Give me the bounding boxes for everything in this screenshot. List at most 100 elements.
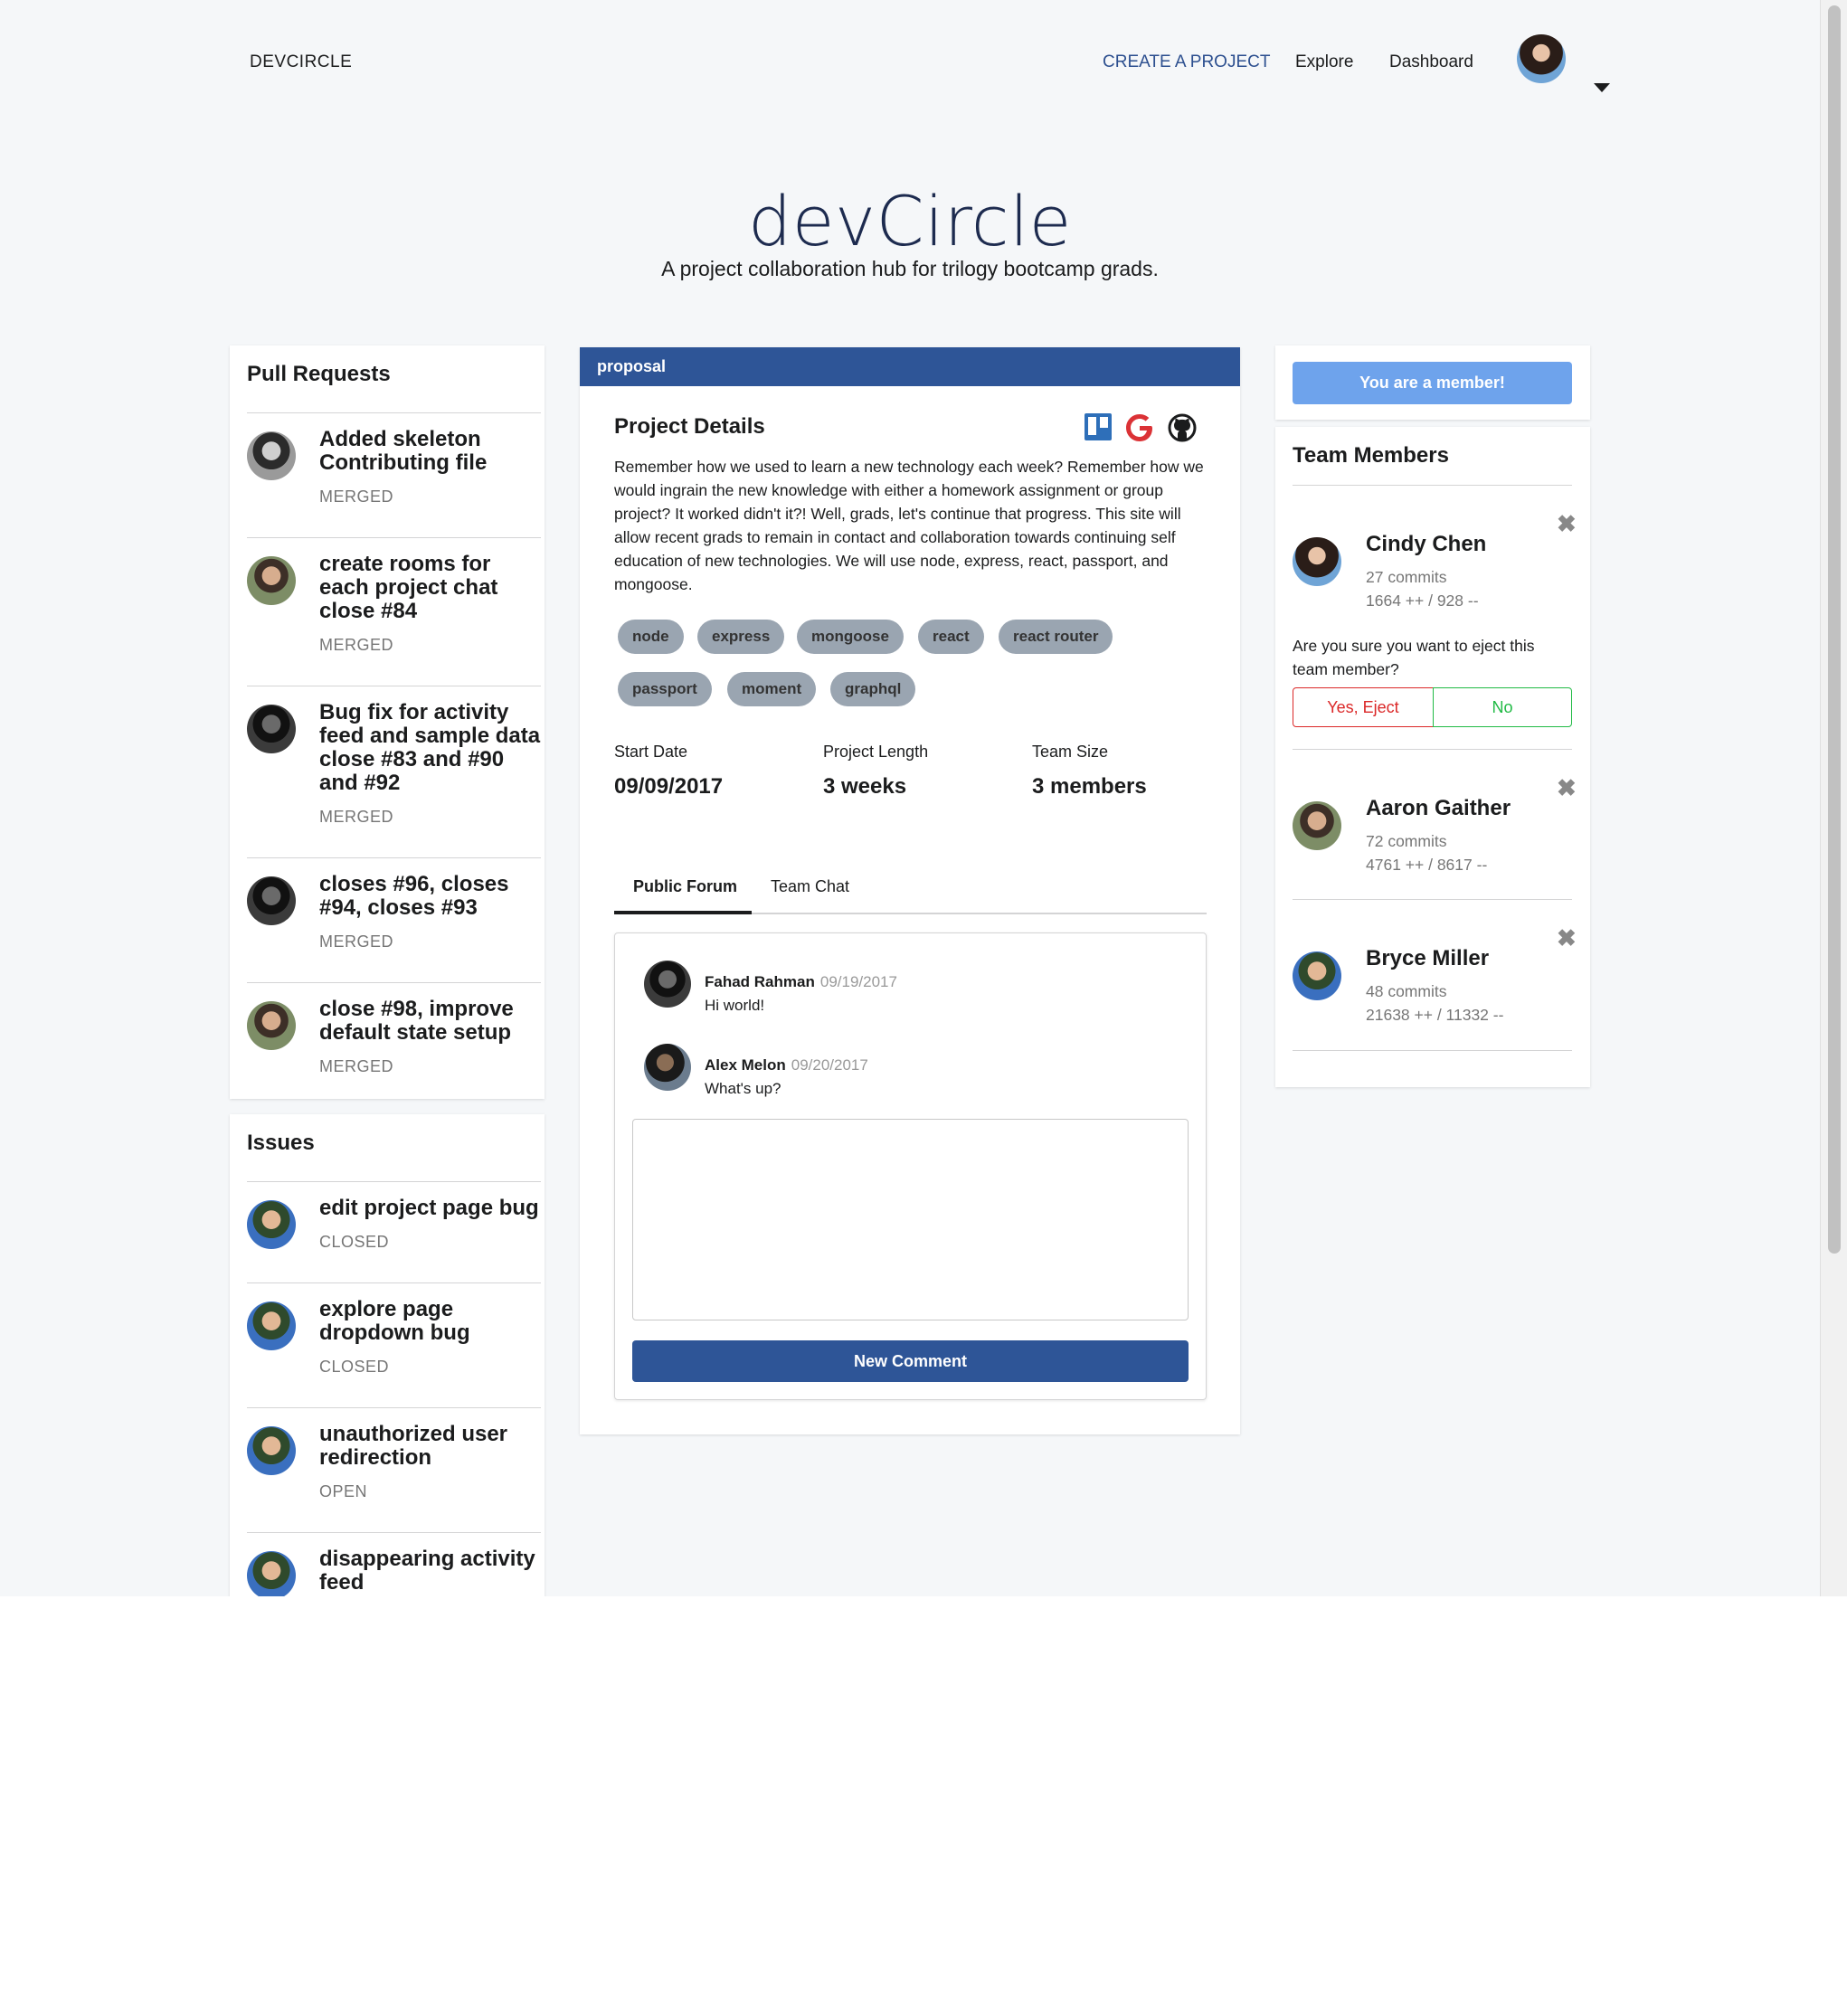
issue-item[interactable]: disappearing activity feed	[247, 1532, 541, 1596]
pull-request-title[interactable]: Bug fix for activity feed and sample dat…	[319, 701, 545, 795]
project-status-bar: proposal	[580, 347, 1240, 386]
avatar	[1293, 801, 1341, 850]
nav-dashboard-link[interactable]: Dashboard	[1389, 52, 1473, 72]
start-date-value: 09/09/2017	[614, 774, 724, 799]
google-icon[interactable]	[1124, 412, 1155, 443]
tab-team-chat[interactable]: Team Chat	[771, 877, 849, 896]
avatar	[247, 1426, 296, 1475]
comment-textarea[interactable]	[632, 1119, 1189, 1320]
hero-title: devCircle	[748, 181, 1072, 261]
pull-request-status: MERGED	[319, 487, 394, 506]
avatar	[644, 1044, 691, 1091]
comment-author[interactable]: Fahad Rahman	[705, 973, 815, 990]
tag-react-router[interactable]: react router	[999, 620, 1113, 654]
team-size-value: 3 members	[1032, 774, 1147, 799]
issue-status: CLOSED	[319, 1358, 390, 1376]
issue-status: OPEN	[319, 1482, 368, 1500]
avatar	[1293, 537, 1341, 586]
comment-author[interactable]: Alex Melon	[705, 1056, 786, 1074]
pull-request-status: MERGED	[319, 1057, 394, 1075]
issue-item[interactable]: explore page dropdown bug CLOSED	[247, 1282, 541, 1407]
tag-node[interactable]: node	[618, 620, 684, 654]
confirm-eject-button[interactable]: Yes, Eject	[1293, 687, 1434, 727]
pull-request-title[interactable]: close #98, improve default state setup	[319, 998, 545, 1045]
tag-graphql[interactable]: graphql	[830, 672, 916, 706]
pull-request-title[interactable]: Added skeleton Contributing file	[319, 428, 545, 475]
project-length-label: Project Length	[823, 743, 929, 761]
remove-member-icon[interactable]: ✖	[1557, 924, 1577, 952]
github-icon[interactable]	[1167, 412, 1198, 443]
member-lines: 1664 ++ / 928 --	[1366, 592, 1479, 610]
nav-explore-link[interactable]: Explore	[1295, 52, 1353, 72]
issue-item[interactable]: unauthorized user redirection OPEN	[247, 1407, 541, 1532]
trello-icon[interactable]	[1084, 412, 1113, 441]
new-comment-button[interactable]: New Comment	[632, 1340, 1189, 1382]
member-commits: 72 commits	[1366, 832, 1447, 850]
pull-request-item[interactable]: Bug fix for activity feed and sample dat…	[247, 686, 541, 857]
team-member-item: Bryce Miller 48 commits 21638 ++ / 11332…	[1293, 899, 1577, 1051]
avatar	[247, 1551, 296, 1596]
pull-request-status: MERGED	[319, 808, 394, 826]
team-member-item: Cindy Chen 27 commits 1664 ++ / 928 -- ✖…	[1293, 485, 1577, 749]
project-card: proposal Project Details Remember how we…	[580, 347, 1240, 1434]
tag-react[interactable]: react	[918, 620, 984, 654]
member-name[interactable]: Aaron Gaither	[1366, 796, 1511, 821]
member-name[interactable]: Bryce Miller	[1366, 946, 1489, 971]
team-member-item: Aaron Gaither 72 commits 4761 ++ / 8617 …	[1293, 749, 1577, 899]
project-length-value: 3 weeks	[823, 774, 907, 799]
team-members-heading: Team Members	[1293, 443, 1449, 468]
member-commits: 27 commits	[1366, 568, 1447, 586]
pull-request-item[interactable]: Added skeleton Contributing file MERGED	[247, 412, 541, 537]
tab-public-forum[interactable]: Public Forum	[633, 877, 737, 896]
avatar	[247, 1001, 296, 1050]
avatar	[247, 1301, 296, 1350]
issues-heading: Issues	[247, 1131, 315, 1155]
issue-title[interactable]: edit project page bug	[319, 1197, 545, 1220]
member-name[interactable]: Cindy Chen	[1366, 532, 1486, 557]
comment-text: Hi world!	[705, 997, 765, 1014]
member-lines: 21638 ++ / 11332 --	[1366, 1006, 1504, 1024]
issue-title[interactable]: explore page dropdown bug	[319, 1298, 545, 1345]
nav-create-project-link[interactable]: CREATE A PROJECT	[1103, 52, 1270, 72]
remove-member-icon[interactable]: ✖	[1557, 510, 1577, 538]
project-description: Remember how we used to learn a new tech…	[614, 458, 1204, 593]
issue-title[interactable]: unauthorized user redirection	[319, 1423, 545, 1470]
membership-card: You are a member!	[1275, 345, 1590, 420]
tag-express[interactable]: express	[697, 620, 785, 654]
scrollbar-thumb[interactable]	[1828, 5, 1841, 1254]
cancel-eject-button[interactable]: No	[1433, 687, 1572, 727]
avatar	[247, 705, 296, 753]
project-details-title: Project Details	[614, 414, 765, 439]
team-members-card: Team Members Cindy Chen 27 commits 1664 …	[1275, 427, 1590, 1087]
page-scrollbar[interactable]	[1820, 0, 1847, 1596]
user-avatar[interactable]	[1517, 34, 1566, 83]
pull-request-title[interactable]: create rooms for each project chat close…	[319, 553, 545, 623]
avatar	[247, 556, 296, 605]
team-size-label: Team Size	[1032, 743, 1109, 761]
active-tab-indicator	[614, 911, 752, 914]
pull-request-item[interactable]: close #98, improve default state setup M…	[247, 982, 541, 1091]
you-are-a-member-button[interactable]: You are a member!	[1293, 362, 1572, 404]
tag-passport[interactable]: passport	[618, 672, 712, 706]
tag-moment[interactable]: moment	[727, 672, 817, 706]
avatar	[247, 1200, 296, 1249]
hero-subtitle: A project collaboration hub for trilogy …	[661, 257, 1159, 280]
issues-card: Issues edit project page bug CLOSED expl…	[230, 1114, 545, 1596]
pull-request-title[interactable]: closes #96, closes #94, closes #93	[319, 873, 545, 920]
avatar	[1293, 951, 1341, 1000]
avatar	[644, 961, 691, 1008]
comment-date: 09/20/2017	[791, 1056, 868, 1074]
remove-member-icon[interactable]: ✖	[1557, 774, 1577, 802]
pull-request-item[interactable]: closes #96, closes #94, closes #93 MERGE…	[247, 857, 541, 982]
app-viewport: DEVCIRCLE CREATE A PROJECT Explore Dashb…	[0, 0, 1847, 1596]
public-forum-panel: Fahad Rahman 09/19/2017 Hi world! Alex Me…	[614, 932, 1207, 1400]
pull-request-item[interactable]: create rooms for each project chat close…	[247, 537, 541, 686]
avatar	[247, 876, 296, 925]
issue-item[interactable]: edit project page bug CLOSED	[247, 1181, 541, 1282]
issue-title[interactable]: disappearing activity feed	[319, 1547, 545, 1595]
user-menu-caret-icon[interactable]	[1594, 83, 1610, 92]
pull-requests-heading: Pull Requests	[247, 362, 391, 386]
nav-logo[interactable]: DEVCIRCLE	[250, 52, 352, 72]
tag-mongoose[interactable]: mongoose	[797, 620, 904, 654]
start-date-label: Start Date	[614, 743, 688, 761]
